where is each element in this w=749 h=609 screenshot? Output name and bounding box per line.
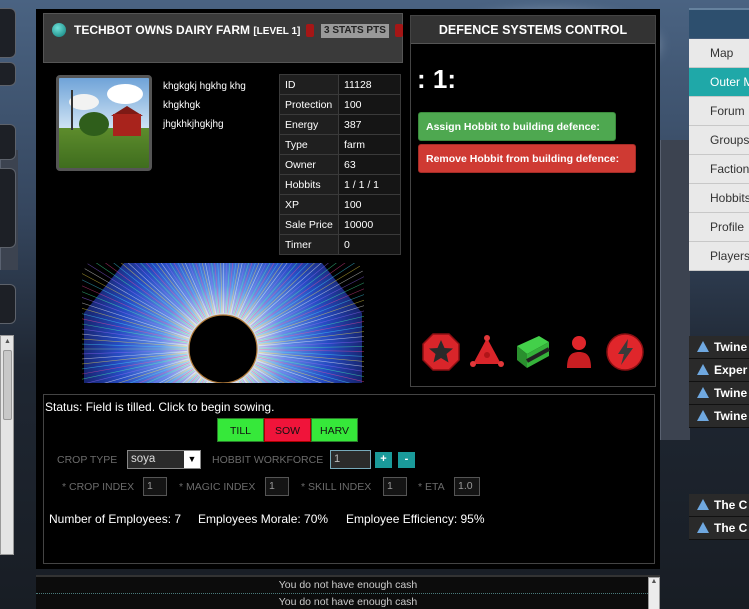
defence-panel: DEFENCE SYSTEMS CONTROL : 1: Assign Hobb… xyxy=(410,15,656,387)
employee-efficiency: Employee Efficiency: 95% xyxy=(346,512,485,526)
nav-item-map[interactable]: Map xyxy=(689,39,749,68)
left-tab-3[interactable] xyxy=(0,124,16,160)
description-line: khgkhgk xyxy=(163,100,201,111)
defence-icons xyxy=(421,332,651,372)
nav-item-outer-map[interactable]: Outer M xyxy=(689,68,749,97)
nav-item-faction[interactable]: Faction xyxy=(689,155,749,184)
farm-image xyxy=(56,75,152,171)
defence-counter: : 1: xyxy=(417,64,456,94)
skill-index-label: * SKILL INDEX xyxy=(301,481,372,493)
stats-row: Type farm xyxy=(279,134,401,155)
sow-button[interactable]: SOW xyxy=(264,418,311,442)
eta-field: 1.0 xyxy=(454,477,480,496)
magic-index-field: 1 xyxy=(265,477,289,496)
status-text[interactable]: Status: Field is tilled. Click to begin … xyxy=(45,400,274,414)
green-block-icon[interactable] xyxy=(513,332,553,372)
nav-item-players[interactable]: Players xyxy=(689,242,749,271)
crop-index-label: * CROP INDEX xyxy=(62,481,135,493)
building-title: TECHBOT OWNS DAIRY FARM [LEVEL 1] xyxy=(74,23,300,37)
triangle-icon xyxy=(697,387,709,398)
thread-item[interactable]: Twine xyxy=(689,382,749,405)
thread-list: Twine Exper Twine Twine xyxy=(689,336,749,428)
thread-item[interactable]: The C xyxy=(689,517,749,540)
workforce-decrease-button[interactable]: - xyxy=(398,452,415,468)
field-status-panel: Status: Field is tilled. Click to begin … xyxy=(43,394,655,564)
chevron-down-icon: ▼ xyxy=(184,451,200,468)
triangle-icon xyxy=(697,522,709,533)
workforce-label: HOBBIT WORKFORCE xyxy=(212,454,324,466)
remove-hobbit-button[interactable]: Remove Hobbit from building defence: xyxy=(418,144,636,173)
building-name: TECHBOT OWNS DAIRY FARM xyxy=(74,23,250,37)
triangle-nodes-icon[interactable] xyxy=(467,332,507,372)
magic-index-label: * MAGIC INDEX xyxy=(179,481,256,493)
crop-type-select[interactable]: soya ▼ xyxy=(127,450,201,469)
nav-header xyxy=(689,8,749,38)
stats-row: Protection 100 xyxy=(279,94,401,115)
left-scrollbar[interactable]: ▲ xyxy=(0,335,14,555)
description-line: khgkgkj hgkhg khg xyxy=(163,81,246,92)
stats-row: Sale Price 10000 xyxy=(279,214,401,235)
building-level: [LEVEL 1] xyxy=(253,26,301,37)
energy-ring-visual xyxy=(82,263,364,383)
star-octagon-icon[interactable] xyxy=(421,332,461,372)
message-log: You do not have enough cash You do not h… xyxy=(36,575,660,609)
message-item: You do not have enough cash xyxy=(36,594,660,609)
thread-item[interactable]: The C xyxy=(689,494,749,517)
employee-morale: Employees Morale: 70% xyxy=(198,512,329,526)
message-scrollbar[interactable]: ▲ xyxy=(648,577,660,609)
nav-item-profile[interactable]: Profile xyxy=(689,213,749,242)
building-panel: TECHBOT OWNS DAIRY FARM [LEVEL 1] 3 STAT… xyxy=(36,9,660,569)
stats-row: Energy 387 xyxy=(279,114,401,135)
triangle-icon xyxy=(697,410,709,421)
decrease-stats-button[interactable] xyxy=(306,24,314,37)
stats-table: ID 11128 Protection 100 Energy 387 Type farm… xyxy=(279,74,401,255)
triangle-icon xyxy=(697,364,709,375)
left-strip: ▲ xyxy=(0,0,16,609)
crop-type-label: CROP TYPE xyxy=(57,454,118,466)
stats-row: Owner 63 xyxy=(279,154,401,175)
harvest-button[interactable]: HARV xyxy=(311,418,358,442)
eta-label: * ETA xyxy=(418,481,445,493)
left-tab-1[interactable] xyxy=(0,8,16,58)
crop-type-value: soya xyxy=(131,453,156,465)
left-tab-2[interactable] xyxy=(0,62,16,86)
increase-stats-button[interactable] xyxy=(395,24,403,37)
thread-item[interactable]: Exper xyxy=(689,359,749,382)
lightning-icon[interactable] xyxy=(605,332,645,372)
nav-item-forum[interactable]: Forum xyxy=(689,97,749,126)
stats-row: Timer 0 xyxy=(279,234,401,255)
description-line: jhgkhkjhgkjhg xyxy=(163,119,224,130)
stats-row: Hobbits 1 / 1 / 1 xyxy=(279,174,401,195)
skill-index-field: 1 xyxy=(383,477,407,496)
nav-menu: Map Outer M Forum Groups Faction Hobbits… xyxy=(689,39,749,271)
workforce-increase-button[interactable]: + xyxy=(375,452,392,468)
thread-item[interactable]: Twine xyxy=(689,405,749,428)
person-icon[interactable] xyxy=(559,332,599,372)
left-tab-4[interactable] xyxy=(0,168,16,248)
stats-row: ID 11128 xyxy=(279,74,401,95)
nav-item-groups[interactable]: Groups xyxy=(689,126,749,155)
building-description: khgkgkj hgkhg khg khgkhgk jhgkhkjhgkjhg xyxy=(163,77,273,134)
assign-hobbit-button[interactable]: Assign Hobbit to building defence: xyxy=(418,112,616,141)
gem-icon xyxy=(52,23,66,37)
employee-count: Number of Employees: 7 xyxy=(49,512,182,526)
nav-item-hobbits[interactable]: Hobbits xyxy=(689,184,749,213)
stats-row: XP 100 xyxy=(279,194,401,215)
thread-list-2: The C The C xyxy=(689,494,749,540)
defence-header: DEFENCE SYSTEMS CONTROL xyxy=(411,16,655,44)
title-bar: TECHBOT OWNS DAIRY FARM [LEVEL 1] 3 STAT… xyxy=(43,13,403,63)
workforce-input[interactable]: 1 xyxy=(330,450,371,469)
stats-points-badge: 3 STATS PTS xyxy=(321,24,389,38)
till-button[interactable]: TILL xyxy=(217,418,264,442)
triangle-icon xyxy=(697,499,709,510)
thread-item[interactable]: Twine xyxy=(689,336,749,359)
crop-index-field: 1 xyxy=(143,477,167,496)
triangle-icon xyxy=(697,341,709,352)
left-scroll-thumb[interactable] xyxy=(3,350,12,420)
message-item: You do not have enough cash xyxy=(36,577,660,594)
right-navigation: Map Outer M Forum Groups Faction Hobbits… xyxy=(689,0,749,609)
left-tab-5[interactable] xyxy=(0,284,16,324)
